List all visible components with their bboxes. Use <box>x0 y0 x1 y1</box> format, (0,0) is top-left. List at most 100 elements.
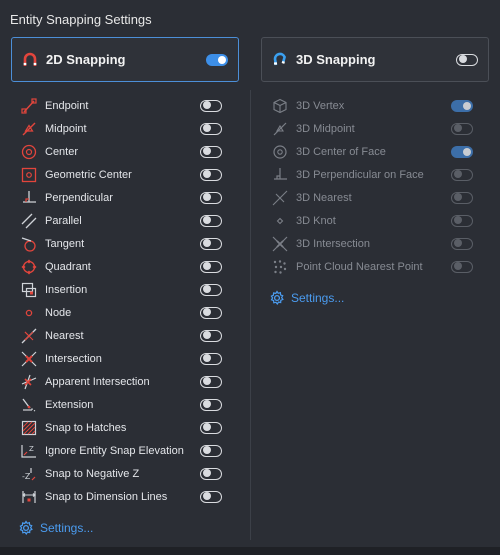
toggle-snap-to-negative-z[interactable] <box>200 467 222 480</box>
svg-text:Z: Z <box>29 445 34 453</box>
toggle-point-cloud-nearest-point[interactable] <box>451 260 473 273</box>
negative-z-icon: -Z <box>20 465 38 483</box>
nearest-3d-icon <box>271 189 289 207</box>
snap-label: Insertion <box>45 283 88 296</box>
snap-row-parallel[interactable]: Parallel <box>20 209 222 232</box>
perpendicular-face-icon <box>271 166 289 184</box>
snap-row-perpendicular[interactable]: Perpendicular <box>20 186 222 209</box>
toggle-perpendicular[interactable] <box>200 191 222 204</box>
snap-row-geometric-center[interactable]: Geometric Center <box>20 163 222 186</box>
toggle-3d-snapping[interactable] <box>456 53 478 66</box>
snap-row-3d-knot[interactable]: 3D Knot <box>271 209 473 232</box>
toggle-intersection[interactable] <box>200 352 222 365</box>
panel-3d-title: 3D Snapping <box>296 52 376 67</box>
toggle-node[interactable] <box>200 306 222 319</box>
snap-label: 3D Knot <box>296 214 336 227</box>
toggle-3d-knot[interactable] <box>451 214 473 227</box>
toggle-2d-snapping[interactable] <box>206 53 228 66</box>
window-title: Entity Snapping Settings <box>10 12 152 27</box>
toggle-endpoint[interactable] <box>200 99 222 112</box>
snap-row-intersection[interactable]: Intersection <box>20 347 222 370</box>
snap-label: Ignore Entity Snap Elevation <box>45 444 184 457</box>
toggle-nearest[interactable] <box>200 329 222 342</box>
parallel-icon <box>20 212 38 230</box>
snap-row-3d-center-of-face[interactable]: 3D Center of Face <box>271 140 473 163</box>
tangent-icon <box>20 235 38 253</box>
snap-row-tangent[interactable]: Tangent <box>20 232 222 255</box>
toggle-3d-vertex[interactable] <box>451 99 473 112</box>
toggle-apparent-intersection[interactable] <box>200 375 222 388</box>
toggle-3d-intersection[interactable] <box>451 237 473 250</box>
snap-label: Quadrant <box>45 260 91 273</box>
panel-2d-title: 2D Snapping <box>46 52 126 67</box>
dimension-lines-icon <box>20 488 38 506</box>
snap-label: 3D Nearest <box>296 191 352 204</box>
snap-label: Apparent Intersection <box>45 375 150 388</box>
toggle-midpoint[interactable] <box>200 122 222 135</box>
snap-row-snap-to-dimension-lines[interactable]: Snap to Dimension Lines <box>20 485 222 508</box>
extension-icon <box>20 396 38 414</box>
snap-row-center[interactable]: Center <box>20 140 222 163</box>
snap-row-quadrant[interactable]: Quadrant <box>20 255 222 278</box>
panel-2d-snapping-header[interactable]: 2D Snapping <box>11 37 239 82</box>
snap-label: Tangent <box>45 237 85 250</box>
apparent-intersection-icon <box>20 373 38 391</box>
snap-row-midpoint[interactable]: Midpoint <box>20 117 222 140</box>
snap-row-3d-vertex[interactable]: 3D Vertex <box>271 94 473 117</box>
settings-3d-link[interactable]: Settings... <box>269 290 344 306</box>
snap-label: Geometric Center <box>45 168 132 181</box>
snap-row-ignore-entity-snap-elevation[interactable]: Z Ignore Entity Snap Elevation <box>20 439 222 462</box>
snap-row-apparent-intersection[interactable]: Apparent Intersection <box>20 370 222 393</box>
snap-row-snap-to-hatches[interactable]: Snap to Hatches <box>20 416 222 439</box>
panel-3d-snapping-header[interactable]: 3D Snapping <box>261 37 489 82</box>
toggle-center[interactable] <box>200 145 222 158</box>
snap-label: Endpoint <box>45 99 89 112</box>
snap-row-insertion[interactable]: Insertion <box>20 278 222 301</box>
settings-2d-link[interactable]: Settings... <box>18 520 93 536</box>
snap-label: 3D Vertex <box>296 99 345 112</box>
toggle-3d-nearest[interactable] <box>451 191 473 204</box>
toggle-parallel[interactable] <box>200 214 222 227</box>
hatch-icon <box>20 419 38 437</box>
snap-label: Perpendicular <box>45 191 113 204</box>
toggle-3d-center-of-face[interactable] <box>451 145 473 158</box>
toggle-insertion[interactable] <box>200 283 222 296</box>
snap-row-snap-to-negative-z[interactable]: -Z Snap to Negative Z <box>20 462 222 485</box>
intersection-3d-icon <box>271 235 289 253</box>
snap-label: Midpoint <box>45 122 87 135</box>
snap-row-3d-nearest[interactable]: 3D Nearest <box>271 186 473 209</box>
snap-row-3d-midpoint[interactable]: 3D Midpoint <box>271 117 473 140</box>
settings-3d-label: Settings... <box>291 291 345 305</box>
toggle-3d-perpendicular-on-face[interactable] <box>451 168 473 181</box>
gear-icon <box>18 520 34 536</box>
point-cloud-icon <box>271 258 289 276</box>
toggle-geometric-center[interactable] <box>200 168 222 181</box>
midpoint-icon <box>20 120 38 138</box>
snap-row-extension[interactable]: Extension <box>20 393 222 416</box>
toggle-3d-midpoint[interactable] <box>451 122 473 135</box>
toggle-snap-to-hatches[interactable] <box>200 421 222 434</box>
toggle-ignore-entity-snap-elevation[interactable] <box>200 444 222 457</box>
midpoint-3d-icon <box>271 120 289 138</box>
snap-label: Point Cloud Nearest Point <box>296 260 423 273</box>
snap-label: Parallel <box>45 214 82 227</box>
column-divider <box>250 90 251 540</box>
snap-label: 3D Intersection <box>296 237 370 250</box>
toggle-tangent[interactable] <box>200 237 222 250</box>
insertion-icon <box>20 281 38 299</box>
snap-label: Nearest <box>45 329 84 342</box>
vertex-3d-icon <box>271 97 289 115</box>
snap-row-3d-perpendicular-on-face[interactable]: 3D Perpendicular on Face <box>271 163 473 186</box>
center-of-face-icon <box>271 143 289 161</box>
perpendicular-icon <box>20 189 38 207</box>
toggle-extension[interactable] <box>200 398 222 411</box>
toggle-quadrant[interactable] <box>200 260 222 273</box>
snap-row-point-cloud-nearest-point[interactable]: Point Cloud Nearest Point <box>271 255 473 278</box>
snap-row-endpoint[interactable]: Endpoint <box>20 94 222 117</box>
snap-row-3d-intersection[interactable]: 3D Intersection <box>271 232 473 255</box>
snap-label: 3D Midpoint <box>296 122 355 135</box>
snap-row-node[interactable]: Node <box>20 301 222 324</box>
snap-row-nearest[interactable]: Nearest <box>20 324 222 347</box>
toggle-snap-to-dimension-lines[interactable] <box>200 490 222 503</box>
snap-label: Intersection <box>45 352 102 365</box>
